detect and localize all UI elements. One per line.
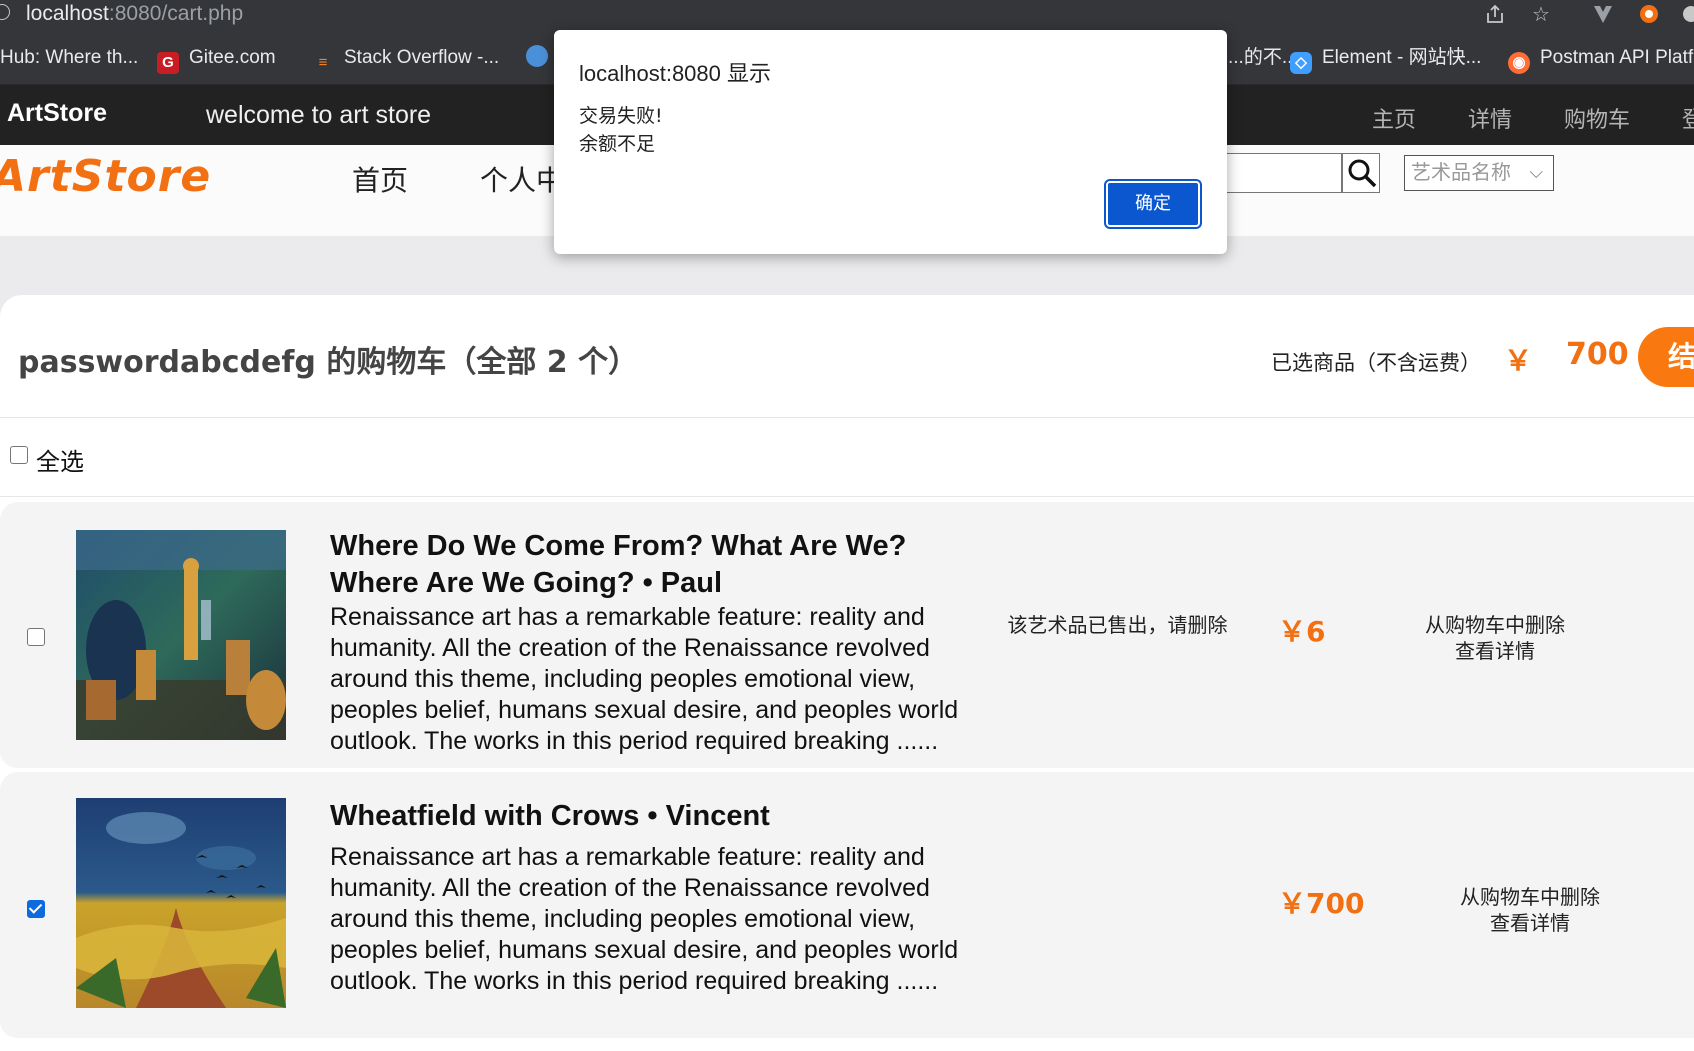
- postman-icon: ◉: [1508, 52, 1530, 74]
- bookmark-star-icon[interactable]: ☆: [1530, 3, 1552, 25]
- item-checkbox[interactable]: [27, 628, 45, 646]
- vue-devtools-icon[interactable]: [1592, 3, 1614, 25]
- nav-link-details[interactable]: 详情: [1468, 102, 1512, 134]
- address-url[interactable]: localhost:8080/cart.php: [26, 2, 243, 26]
- cart-item: Wheatfield with Crows • Vincent Renaissa…: [0, 772, 1694, 1040]
- selected-items-label: 已选商品（不含运费）: [1271, 351, 1481, 375]
- cart-panel: passwordabcdefg 的购物车（全部 2 个） 已选商品（不含运费） …: [0, 295, 1694, 1051]
- artwork-thumbnail[interactable]: [76, 530, 286, 740]
- nav-link-home[interactable]: 主页: [1372, 102, 1416, 134]
- bookmark-icon: [526, 45, 548, 67]
- artwork-description: Renaissance art has a remarkable feature…: [330, 603, 959, 755]
- artwork-title[interactable]: Where Do We Come From? What Are We? Wher…: [330, 528, 970, 602]
- url-path: :8080/cart.php: [108, 2, 244, 25]
- gitee-icon: G: [157, 52, 179, 74]
- dialog-message-line: 交易失败!: [579, 105, 663, 127]
- artwork-thumbnail[interactable]: [76, 798, 286, 1008]
- nav-link-cart[interactable]: 购物车: [1564, 102, 1630, 134]
- chevron-down-icon: ⌵: [1529, 162, 1543, 183]
- cart-title: passwordabcdefg 的购物车（全部 2 个）: [18, 345, 639, 380]
- cart-item: Where Do We Come From? What Are We? Wher…: [0, 502, 1694, 770]
- item-status: 该艺术品已售出，请删除: [1007, 613, 1228, 637]
- remove-from-cart-link[interactable]: 从购物车中删除: [1440, 884, 1620, 910]
- site-logo[interactable]: ArtStore: [0, 151, 211, 202]
- stackoverflow-icon: ≡: [318, 54, 328, 71]
- alert-dialog: localhost:8080 显示 交易失败! 余额不足 确定: [554, 30, 1227, 254]
- dialog-message: 交易失败! 余额不足: [579, 102, 663, 158]
- bookmark-element[interactable]: ◇ Element - 网站快...: [1290, 44, 1482, 74]
- menu-link-home[interactable]: 首页: [352, 159, 408, 199]
- bookmark-label: Gitee.com: [189, 47, 276, 68]
- currency-symbol: ￥: [1504, 344, 1533, 377]
- bookmark-label: Stack Overflow -...: [344, 47, 500, 68]
- select-all-row: 全选: [0, 418, 1694, 497]
- cart-header: passwordabcdefg 的购物车（全部 2 个） 已选商品（不含运费） …: [0, 295, 1694, 418]
- extension-icon[interactable]: [1638, 3, 1660, 25]
- search-icon: [1348, 159, 1377, 188]
- view-details-link[interactable]: 查看详情: [1440, 910, 1620, 936]
- dialog-title: localhost:8080 显示: [579, 61, 771, 86]
- bookmark-gitee[interactable]: G Gitee.com: [157, 44, 276, 74]
- item-checkbox[interactable]: [27, 900, 45, 918]
- url-host: localhost: [26, 2, 109, 25]
- browser-address-bar[interactable]: localhost:8080/cart.php ☆: [0, 0, 1694, 30]
- item-price: ￥700: [1278, 887, 1365, 920]
- more-extension-icon[interactable]: [1680, 3, 1694, 25]
- artwork-title[interactable]: Wheatfield with Crows • Vincent: [330, 798, 970, 835]
- item-price: ￥6: [1278, 615, 1326, 648]
- nav-link-login[interactable]: 登: [1682, 102, 1694, 134]
- artwork-description: Renaissance art has a remarkable feature…: [330, 843, 959, 995]
- dialog-message-line: 余额不足: [579, 133, 656, 155]
- view-details-link[interactable]: 查看详情: [1405, 638, 1585, 664]
- checkout-button[interactable]: 结算: [1638, 327, 1694, 387]
- select-all-checkbox[interactable]: [10, 446, 28, 464]
- element-icon: ◇: [1290, 52, 1312, 74]
- nav-welcome-text: welcome to art store: [206, 101, 432, 129]
- bookmark-label: ...的不...: [1228, 47, 1298, 68]
- item-actions: 从购物车中删除 查看详情: [1405, 612, 1585, 664]
- select-all-label[interactable]: 全选: [36, 442, 84, 477]
- bookmark-hidden[interactable]: ...的不...: [1228, 44, 1298, 72]
- bookmark-postman[interactable]: ◉ Postman API Platf: [1508, 44, 1694, 74]
- share-icon[interactable]: [1484, 3, 1506, 25]
- remove-from-cart-link[interactable]: 从购物车中删除: [1405, 612, 1585, 638]
- search-type-select[interactable]: 艺术品名称 ⌵: [1404, 155, 1554, 191]
- bookmark-label: Postman API Platf: [1540, 47, 1694, 68]
- site-info-icon[interactable]: [0, 4, 10, 20]
- menu-link-profile[interactable]: 个人中: [480, 159, 564, 199]
- bookmark-label: Hub: Where th...: [0, 47, 139, 68]
- bookmark-label: Element - 网站快...: [1322, 47, 1482, 68]
- cart-total: 700: [1566, 337, 1629, 372]
- bookmark-stackoverflow[interactable]: ≡ Stack Overflow -...: [312, 44, 500, 72]
- bookmark-github[interactable]: Hub: Where th...: [0, 44, 138, 72]
- nav-brand[interactable]: ArtStore: [7, 99, 107, 128]
- item-actions: 从购物车中删除 查看详情: [1440, 884, 1620, 936]
- search-button[interactable]: [1342, 153, 1380, 193]
- search-type-value: 艺术品名称: [1411, 160, 1511, 184]
- dialog-ok-button[interactable]: 确定: [1106, 181, 1200, 227]
